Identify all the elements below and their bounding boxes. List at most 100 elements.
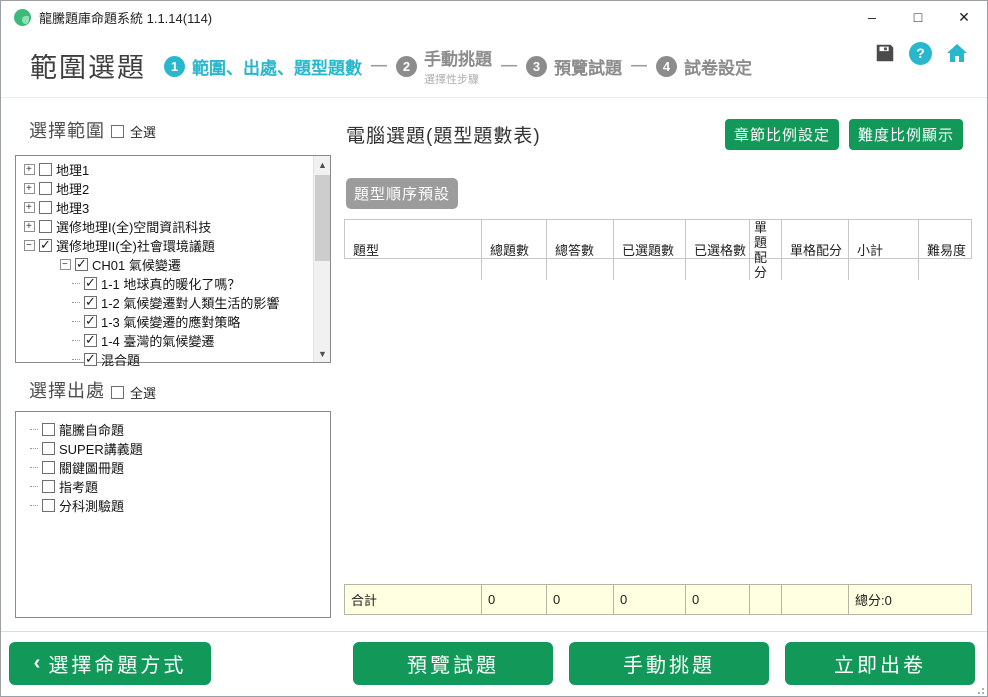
tree-item[interactable]: 1-3 氣候變遷的應對策略 [16,312,313,331]
generate-paper-button[interactable]: 立即出卷 [785,642,975,685]
tree-checkbox[interactable] [39,239,52,252]
source-checkbox[interactable] [42,499,55,512]
tree-connector [30,467,38,468]
tree-connector [30,429,38,430]
list-item-label: 龍騰自命題 [59,420,124,439]
per-cell-score [782,585,849,614]
step-dash: — [371,57,387,75]
tree-item[interactable]: 1-2 氣候變遷對人類生活的影響 [16,293,313,312]
tree-item[interactable]: 地理2 [16,179,313,198]
scope-select-all[interactable]: 全選 [111,122,156,141]
close-button[interactable]: ✕ [941,1,987,33]
list-item[interactable]: 分科測驗題 [16,496,330,515]
expand-minus-icon[interactable] [60,259,71,270]
tree-item-label: 1-1 地球真的暖化了嗎？ [101,274,240,293]
source-select-all[interactable]: 全選 [111,383,156,402]
tree-checkbox[interactable] [84,334,97,347]
question-table-header: 題型 總題數 總答數 已選題數 已選格數 單題配分 單格配分 小計 難易度 [344,219,972,259]
per-question-score [750,585,782,614]
tree-connector [72,321,80,322]
list-item-label: 指考題 [59,477,98,496]
list-item[interactable]: SUPER講義題 [16,439,330,458]
column-header: 總答數 [547,220,614,280]
column-header: 單題配分 [750,220,782,280]
preview-button[interactable]: 預覽試題 [353,642,553,685]
expand-plus-icon[interactable] [24,183,35,194]
tree-connector [72,283,80,284]
tree-item[interactable]: 混合題 [16,350,313,369]
tree-checkbox[interactable] [39,182,52,195]
tree-item-label: 1-2 氣候變遷對人類生活的影響 [101,293,279,312]
chevron-left-icon: ‹ [34,652,41,675]
tree-item-label: 地理2 [56,179,89,198]
scroll-up-icon[interactable]: ▲ [314,156,331,173]
step-4-number: 4 [656,56,677,77]
back-button[interactable]: ‹ 選擇命題方式 [9,642,211,685]
back-button-label: 選擇命題方式 [48,649,186,678]
source-list: 龍騰自命題 SUPER講義題 關鍵圖冊題 指考題 分科測驗題 [15,411,331,618]
tree-checkbox[interactable] [39,201,52,214]
tree-item[interactable]: 地理1 [16,160,313,179]
manual-pick-button[interactable]: 手動挑題 [569,642,769,685]
minimize-button[interactable]: – [849,1,895,33]
expand-minus-icon[interactable] [24,240,35,251]
step-3-label: 預覽試題 [554,54,622,79]
expand-plus-icon[interactable] [24,202,35,213]
tree-checkbox[interactable] [39,163,52,176]
tree-item-label: 地理1 [56,160,89,179]
expand-plus-icon[interactable] [24,164,35,175]
selected-questions: 0 [614,585,686,614]
tree-checkbox[interactable] [84,277,97,290]
resize-grip-icon[interactable] [974,684,984,694]
tree-item[interactable]: 選修地理I(全)空間資訊科技 [16,217,313,236]
tree-item[interactable]: 選修地理II(全)社會環境議題 [16,236,313,255]
maximize-button[interactable]: □ [895,1,941,33]
tree-item-label: CH01 氣候變遷 [92,255,181,274]
source-select-all-checkbox[interactable] [111,386,124,399]
home-icon[interactable] [945,41,969,65]
difficulty-ratio-button[interactable]: 難度比例顯示 [849,119,963,150]
tree-scrollbar[interactable]: ▲ ▼ [313,156,330,362]
help-icon[interactable]: ? [909,42,932,65]
app-window: 龍騰題庫命題系統 1.1.14(114) – □ ✕ 範圍選題 1 範圍、出處、… [0,0,988,697]
app-logo-icon [14,9,31,26]
tree-item-label: 選修地理I(全)空間資訊科技 [56,217,211,236]
source-select-all-label: 全選 [130,383,156,402]
scope-select-all-checkbox[interactable] [111,125,124,138]
tree-item[interactable]: 1-4 臺灣的氣候變遷 [16,331,313,350]
tree-checkbox[interactable] [84,315,97,328]
tree-item[interactable]: 1-1 地球真的暖化了嗎？ [16,274,313,293]
list-item-label: 關鍵圖冊題 [59,458,124,477]
list-item[interactable]: 關鍵圖冊題 [16,458,330,477]
step-1-label: 範圍、出處、題型題數 [192,54,362,79]
tree-checkbox[interactable] [39,220,52,233]
tree-checkbox[interactable] [84,296,97,309]
app-title: 龍騰題庫命題系統 1.1.14(114) [39,8,212,27]
tree-item-label: 1-3 氣候變遷的應對策略 [101,312,240,331]
step-2-label: 手動挑題 [424,45,492,70]
source-checkbox[interactable] [42,480,55,493]
save-icon[interactable] [874,42,896,64]
step-4-label: 試卷設定 [684,54,752,79]
source-checkbox[interactable] [42,423,55,436]
tree-checkbox[interactable] [75,258,88,271]
total-questions: 0 [482,585,547,614]
list-item[interactable]: 指考題 [16,477,330,496]
source-checkbox[interactable] [42,461,55,474]
tree-connector [30,486,38,487]
page-title: 範圍選題 [30,46,146,85]
tree-checkbox[interactable] [84,353,97,366]
step-1-number: 1 [164,56,185,77]
tree-connector [72,340,80,341]
total-row: 合計 0 0 0 0 總分:0 [344,584,972,615]
chapter-ratio-button[interactable]: 章節比例設定 [725,119,839,150]
question-order-button[interactable]: 題型順序預設 [346,178,458,209]
step-2-subtitle: 選擇性步驟 [424,71,492,87]
expand-plus-icon[interactable] [24,221,35,232]
source-checkbox[interactable] [42,442,55,455]
scroll-thumb[interactable] [315,175,330,261]
list-item[interactable]: 龍騰自命題 [16,420,330,439]
tree-item[interactable]: 地理3 [16,198,313,217]
scroll-down-icon[interactable]: ▼ [314,345,331,362]
tree-item[interactable]: CH01 氣候變遷 [16,255,313,274]
